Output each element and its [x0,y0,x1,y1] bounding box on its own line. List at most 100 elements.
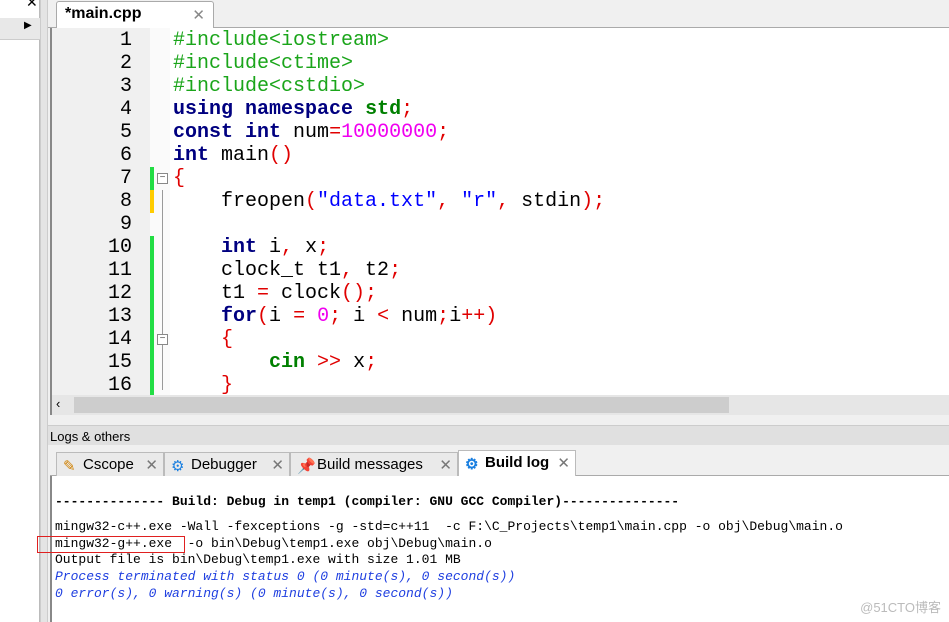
code-token-id [233,121,245,144]
code-editor[interactable]: 1 #include<iostream> 2 #include<ctime> 3 #inc… [50,28,949,395]
code-line: t1 = clock(); [173,282,377,305]
close-panel-icon[interactable]: ✕ [26,0,38,11]
code-token-op: ( [305,190,318,213]
code-token-id: x [293,236,318,259]
code-line: #include<ctime> [173,52,353,75]
code-token-kw: namespace [245,98,354,121]
code-token-op: ; [317,236,330,259]
tab-label: Build log [485,454,550,471]
code-token-id: main [209,144,270,167]
code-token-op: ( [257,305,270,328]
code-token-op: ++) [461,305,498,328]
tab-main-cpp[interactable]: *main.cpp ✕ [56,1,214,28]
code-token-op: , [437,190,450,213]
code-line: const int num=10000000; [173,121,449,144]
code-token-op: , [281,236,294,259]
code-token-id: stdin [509,190,582,213]
code-token-op: (); [341,282,378,305]
code-token-id [305,351,317,374]
code-token-op: { [173,167,186,190]
code-token-kw: int [221,236,258,259]
fold-toggle-icon[interactable]: − [157,173,168,184]
code-token-str: "r" [461,190,498,213]
tab-label: Debugger [191,456,257,473]
code-token-id [233,98,245,121]
code-token-op: , [341,259,354,282]
tab-scroll-right-icon[interactable]: ▶ [24,20,32,31]
code-token-kw: using [173,98,234,121]
code-line: #include<cstdio> [173,75,365,98]
code-token-op: ; [437,305,450,328]
close-icon[interactable]: ✕ [557,454,570,472]
fold-line [162,190,163,390]
close-icon[interactable]: ✕ [439,456,452,474]
highlight-box [37,536,185,553]
tab-debugger[interactable]: ⚙ Debugger ✕ [164,452,290,476]
tab-build-log[interactable]: ⚙ Build log ✕ [458,450,576,476]
code-line: int i, x; [173,236,329,259]
line-number: 10 [107,236,132,259]
close-icon[interactable]: ✕ [145,456,158,474]
code-token-op: ; [329,305,342,328]
code-token-op: ); [581,190,606,213]
code-token-op: >> [317,351,342,374]
horizontal-scrollbar[interactable]: ‹ [50,395,949,415]
code-token-id: i [341,305,378,328]
code-token-op: < [377,305,390,328]
code-token-id [449,190,461,213]
code-token-num: 0 [317,305,330,328]
scrollbar-thumb[interactable] [74,397,729,413]
line-number: 2 [119,52,132,75]
code-token-op: , [497,190,510,213]
change-marker [150,374,154,395]
management-panel [0,0,40,622]
code-line: } [173,374,233,395]
code-token-id: num [281,121,330,144]
code-token-op: ; [365,351,378,374]
change-marker [150,236,154,259]
code-token-id: clock_t t1 [173,259,342,282]
code-token-op: = [257,282,270,305]
logs-tabbar: ✎ Cscope ✕ ⚙ Debugger ✕ 📌 Build messages ✕ ⚙ Build… [50,448,949,476]
code-line: freopen("data.txt", "r", stdin); [173,190,605,213]
line-number: 5 [119,121,132,144]
tab-cscope[interactable]: ✎ Cscope ✕ [56,452,164,476]
code-token-id: num [389,305,438,328]
log-line: Output file is bin\Debug\temp1.exe with … [55,552,461,567]
line-number: 8 [119,190,132,213]
tab-label: Cscope [83,456,134,473]
pushpin-icon: 📌 [297,458,316,475]
code-token-id [173,374,221,395]
code-token-num: 10000000 [341,121,438,144]
tab-label: Build messages [317,456,423,473]
line-number: 16 [107,374,132,395]
code-line: cin >> x; [173,351,377,374]
line-number: 12 [107,282,132,305]
log-line: -------------- Build: Debug in temp1 (co… [55,494,680,509]
fold-toggle-icon[interactable]: − [157,334,168,345]
code-line: #include<iostream> [173,29,389,52]
line-number: 13 [107,305,132,328]
close-icon[interactable]: ✕ [192,6,205,24]
watermark: @51CTO博客 [860,600,941,615]
line-number: 3 [119,75,132,98]
code-token-id [173,305,221,328]
line-number: 15 [107,351,132,374]
close-icon[interactable]: ✕ [271,456,284,474]
tab-build-messages[interactable]: 📌 Build messages ✕ [290,452,458,476]
line-number: 9 [119,213,132,236]
management-tabbar [0,18,40,40]
code-token-str: "data.txt" [317,190,438,213]
code-token-id [353,98,365,121]
scroll-left-icon[interactable]: ‹ [56,396,60,411]
tab-label: *main.cpp [65,5,142,22]
code-token-op: { [221,328,234,351]
code-token-op: () [269,144,294,167]
panel-splitter[interactable] [40,0,48,622]
change-marker [150,259,154,282]
change-marker [150,328,154,351]
code-token-op: ; [437,121,450,144]
code-line: clock_t t1, t2; [173,259,401,282]
code-token-id [305,305,317,328]
code-token-id: t1 [173,282,258,305]
